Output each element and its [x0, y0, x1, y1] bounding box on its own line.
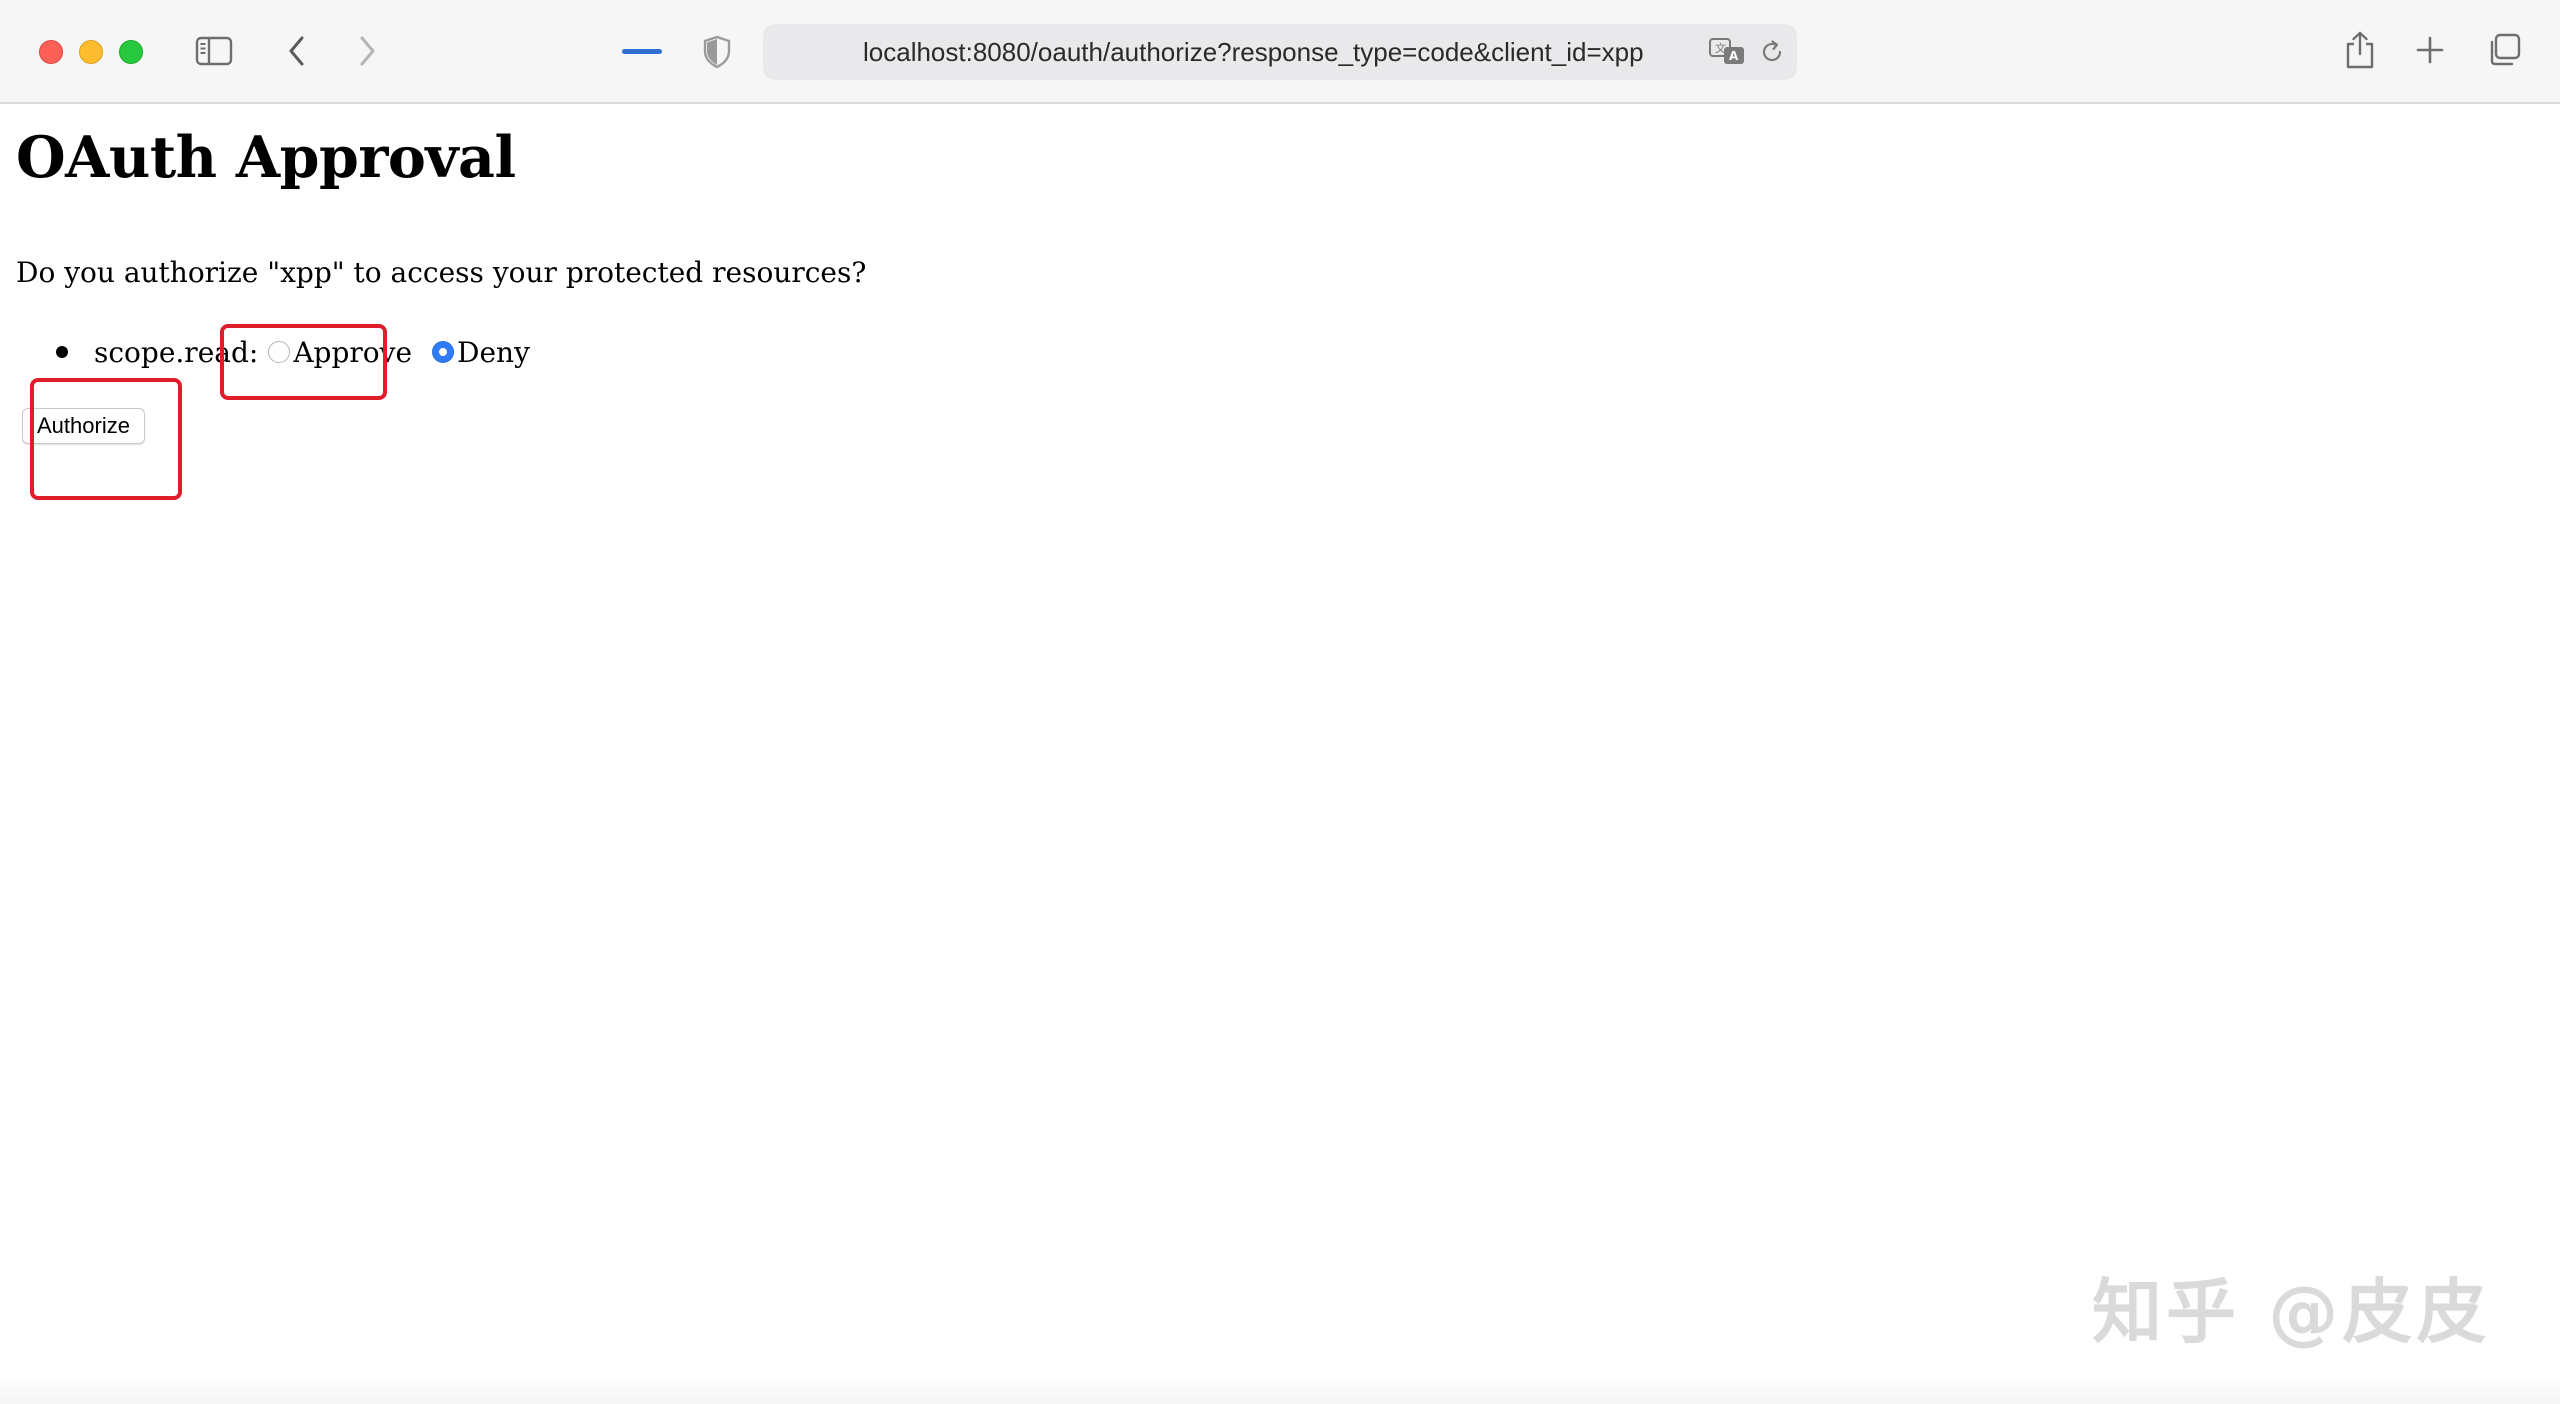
scope-label: scope.read:: [94, 335, 259, 369]
minimize-window-icon[interactable]: [79, 40, 103, 64]
translate-icon[interactable]: 文 A: [1707, 36, 1747, 68]
list-bullet: [56, 346, 68, 358]
watermark: 知乎 @皮皮: [2092, 1271, 2491, 1353]
tabs-overview-icon[interactable]: [2484, 30, 2524, 70]
maximize-window-icon[interactable]: [119, 40, 143, 64]
plus-icon[interactable]: [2412, 32, 2448, 68]
authorization-question: Do you authorize "xpp" to access your pr…: [16, 256, 867, 289]
tab-indicator[interactable]: [622, 49, 662, 54]
browser-window: localhost:8080/oauth/authorize?response_…: [0, 0, 2560, 1404]
close-window-icon[interactable]: [39, 40, 63, 64]
shield-icon[interactable]: [700, 34, 734, 70]
sidebar-icon[interactable]: [194, 34, 234, 68]
chevron-left-icon[interactable]: [282, 34, 312, 68]
authorize-button[interactable]: Authorize: [22, 408, 145, 444]
deny-radio[interactable]: [432, 341, 455, 363]
address-url[interactable]: localhost:8080/oauth/authorize?response_…: [863, 24, 1644, 80]
scope-list-item: scope.read: Approve Deny: [56, 332, 540, 372]
page-title: OAuth Approval: [16, 124, 516, 191]
reload-icon[interactable]: [1757, 37, 1787, 67]
svg-text:A: A: [1729, 49, 1739, 63]
browser-toolbar: localhost:8080/oauth/authorize?response_…: [0, 0, 2560, 104]
address-bar[interactable]: localhost:8080/oauth/authorize?response_…: [763, 24, 1797, 80]
window-bottom-shadow: [0, 1374, 2560, 1404]
page-content: OAuth Approval Do you authorize "xpp" to…: [0, 106, 2560, 1404]
approve-radio[interactable]: [268, 341, 291, 363]
approve-radio-label[interactable]: Approve: [293, 336, 412, 369]
chevron-right-icon[interactable]: [352, 34, 382, 68]
share-icon[interactable]: [2340, 28, 2380, 72]
deny-radio-label[interactable]: Deny: [457, 336, 530, 369]
